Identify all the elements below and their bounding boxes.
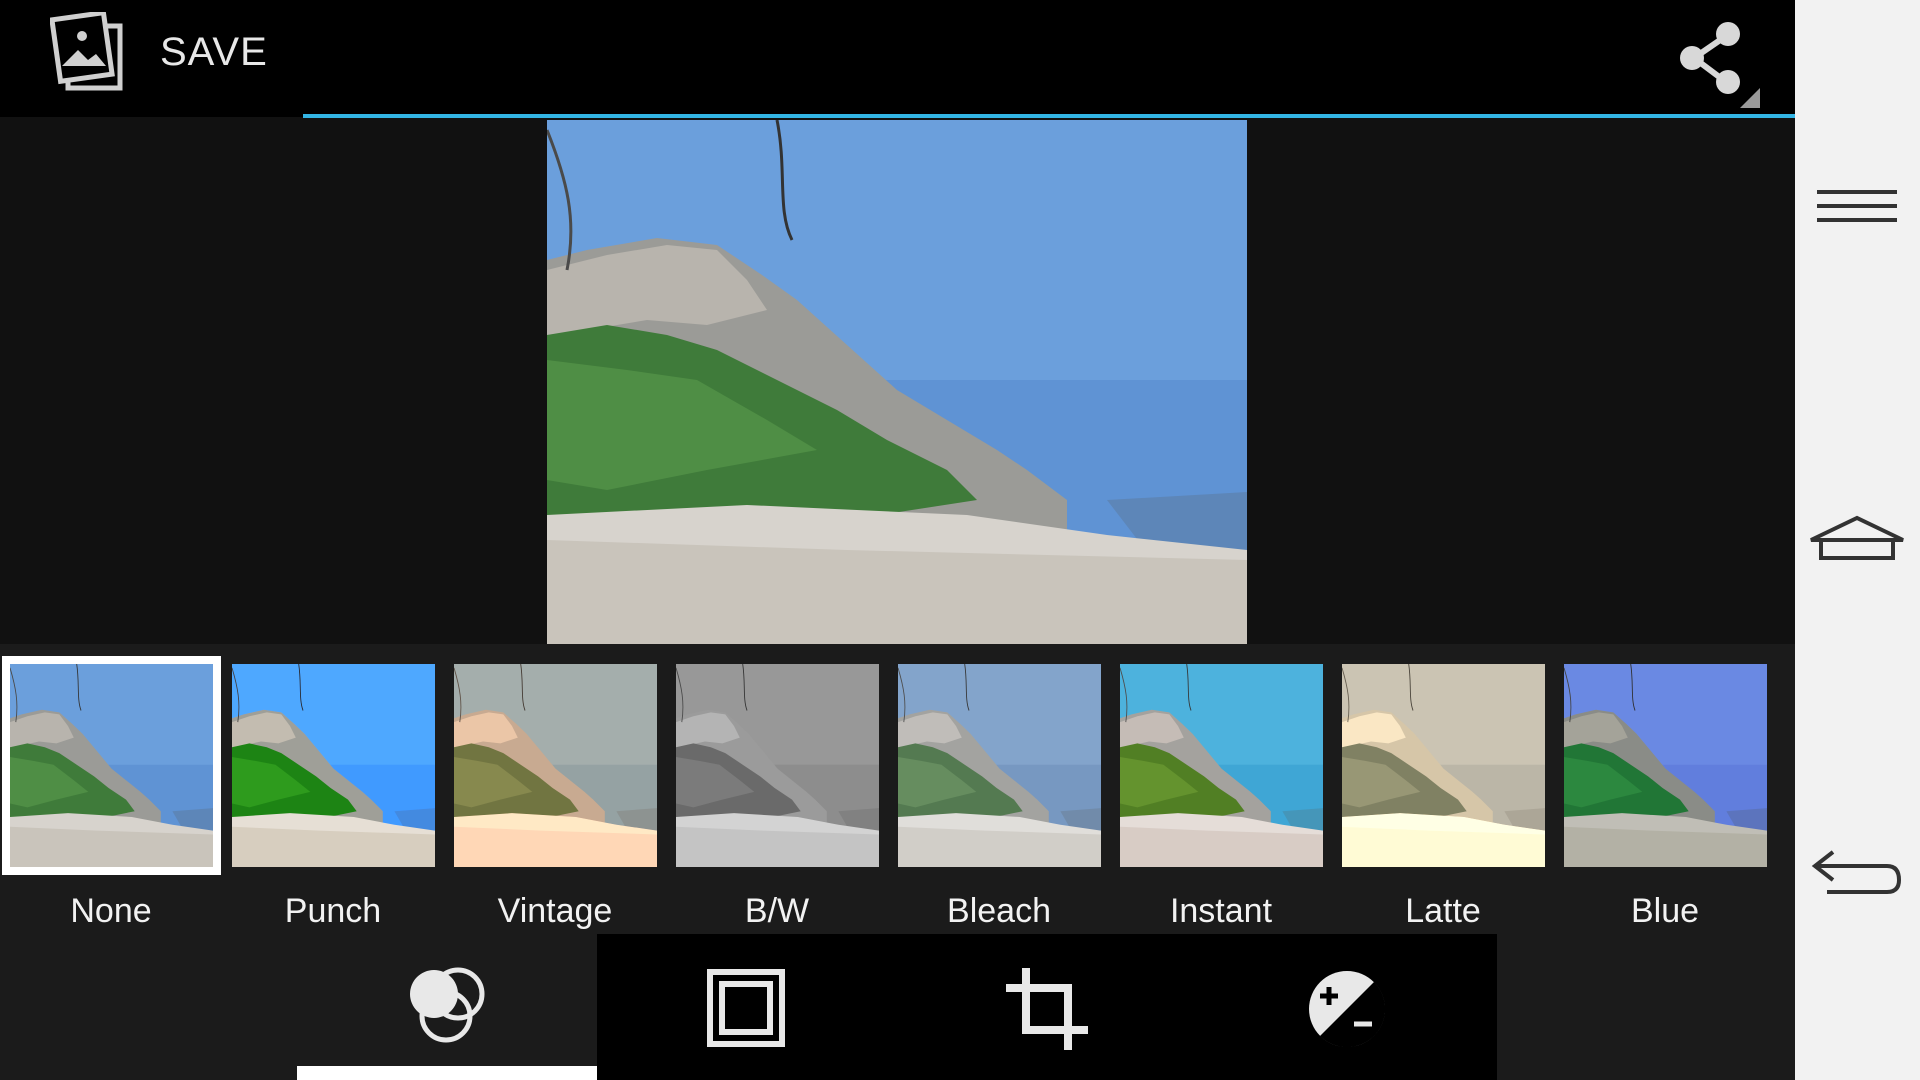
tool-exposure[interactable] xyxy=(1197,934,1497,1080)
filter-thumbnail xyxy=(898,664,1101,867)
exposure-icon xyxy=(1309,971,1386,1048)
filter-thumbnail xyxy=(232,664,435,867)
filter-label: Blue xyxy=(1630,892,1700,930)
filter-label: Instant xyxy=(1169,892,1273,930)
active-tool-indicator xyxy=(297,1066,597,1080)
save-label: SAVE xyxy=(160,30,268,74)
filter-latte[interactable]: Latte xyxy=(1332,654,1554,930)
filter-thumbnail xyxy=(454,664,657,867)
filter-thumbnail xyxy=(1564,664,1767,867)
photo[interactable] xyxy=(547,120,1247,644)
filter-label: None xyxy=(70,892,152,930)
crop-icon xyxy=(1006,968,1088,1050)
share-icon xyxy=(1680,22,1760,108)
system-navigation-bar xyxy=(1795,0,1920,1080)
back-icon xyxy=(1811,850,1902,894)
photo-editor-app-icon xyxy=(50,12,123,91)
save-button[interactable]: SAVE xyxy=(0,0,303,117)
filter-label: Bleach xyxy=(947,892,1051,930)
border-frame-icon xyxy=(707,969,785,1047)
filter-label: Latte xyxy=(1405,892,1481,930)
filters-icon xyxy=(410,967,485,1043)
filter-thumbnail xyxy=(1120,664,1323,867)
filter-thumbnail xyxy=(1342,664,1545,867)
filter-blue[interactable]: Blue xyxy=(1554,654,1776,930)
tool-filters[interactable] xyxy=(297,934,597,1080)
action-bar: SAVE xyxy=(0,0,1795,118)
filter-instant[interactable]: Instant xyxy=(1110,654,1332,930)
tool-border[interactable] xyxy=(597,934,897,1080)
back-button[interactable] xyxy=(1807,834,1907,914)
tool-bar xyxy=(0,934,1795,1080)
filter-label: Vintage xyxy=(497,892,613,930)
menu-icon xyxy=(1817,190,1897,222)
filter-punch[interactable]: Punch xyxy=(222,654,444,930)
filter-strip: None Punch Vintage B/W Bleach Instant La… xyxy=(0,644,1795,934)
filter-bleach[interactable]: Bleach xyxy=(888,654,1110,930)
filter-label: B/W xyxy=(744,892,810,930)
filter-thumbnail xyxy=(676,664,879,867)
home-icon xyxy=(1810,515,1904,560)
home-button[interactable] xyxy=(1807,500,1907,580)
filter-none[interactable]: None xyxy=(0,654,222,930)
share-button[interactable] xyxy=(1664,20,1764,112)
filter-vintage[interactable]: Vintage xyxy=(444,654,666,930)
photo-editor: SAVE None Punch Vintage B/W Bleach Insta… xyxy=(0,0,1795,1080)
filter-label: Punch xyxy=(284,892,382,930)
menu-button[interactable] xyxy=(1807,168,1907,248)
image-preview xyxy=(0,118,1795,644)
tool-crop[interactable] xyxy=(897,934,1197,1080)
filter-thumbnail xyxy=(2,656,221,875)
filter-bw[interactable]: B/W xyxy=(666,654,888,930)
